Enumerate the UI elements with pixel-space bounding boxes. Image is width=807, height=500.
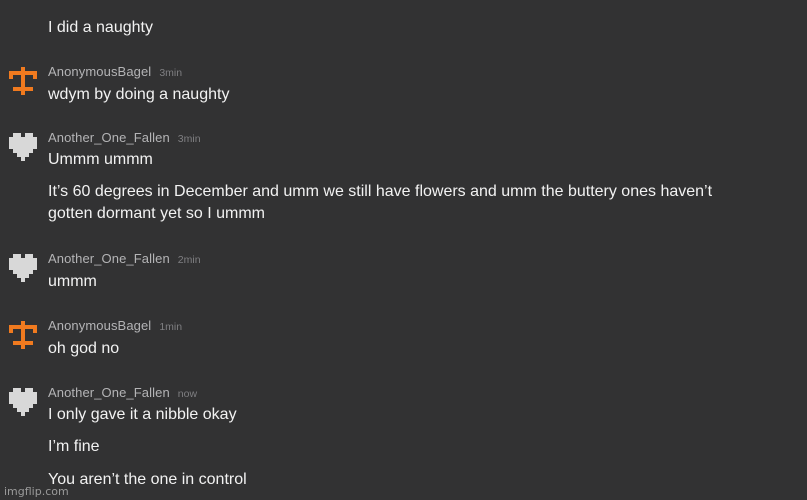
heart-avatar-icon[interactable] [9, 388, 37, 416]
username[interactable]: AnonymousBagel [48, 64, 151, 79]
watermark: imgflip.com [4, 485, 69, 498]
username[interactable]: Another_One_Fallen [48, 385, 170, 400]
username[interactable]: AnonymousBagel [48, 318, 151, 333]
message-text: ummm [48, 273, 97, 290]
message-header: Another_One_Fallen 2min [48, 250, 201, 268]
timestamp: 2min [177, 254, 201, 266]
message-header: AnonymousBagel 3min [48, 63, 182, 81]
message-text: It’s 60 degrees in December and umm we s… [48, 183, 713, 222]
message-text: oh god no [48, 340, 120, 357]
username[interactable]: Another_One_Fallen [48, 130, 170, 145]
username[interactable]: Another_One_Fallen [48, 251, 170, 266]
message-text: I only gave it a nibble okay [48, 406, 237, 423]
heart-avatar-icon[interactable] [9, 254, 37, 282]
message-text: Ummm ummm [48, 151, 153, 168]
message-header: AnonymousBagel 1min [48, 317, 182, 335]
message-text: wdym by doing a naughty [48, 86, 230, 103]
timestamp: 3min [159, 67, 183, 79]
timestamp: 1min [159, 321, 183, 333]
chat-log: I did a naughty AnonymousBagel 3min wdym … [0, 0, 807, 500]
message-header: Another_One_Fallen 3min [48, 129, 201, 147]
bagel-avatar-icon[interactable] [9, 67, 37, 95]
message-text: I did a naughty [48, 19, 153, 36]
message-text: You aren’t the one in control [48, 471, 247, 488]
bagel-avatar-icon[interactable] [9, 321, 37, 349]
heart-avatar-icon[interactable] [9, 133, 37, 161]
message-header: Another_One_Fallen now [48, 384, 197, 402]
message-text: I’m fine [48, 438, 100, 455]
timestamp: now [177, 388, 198, 400]
timestamp: 3min [177, 133, 201, 145]
